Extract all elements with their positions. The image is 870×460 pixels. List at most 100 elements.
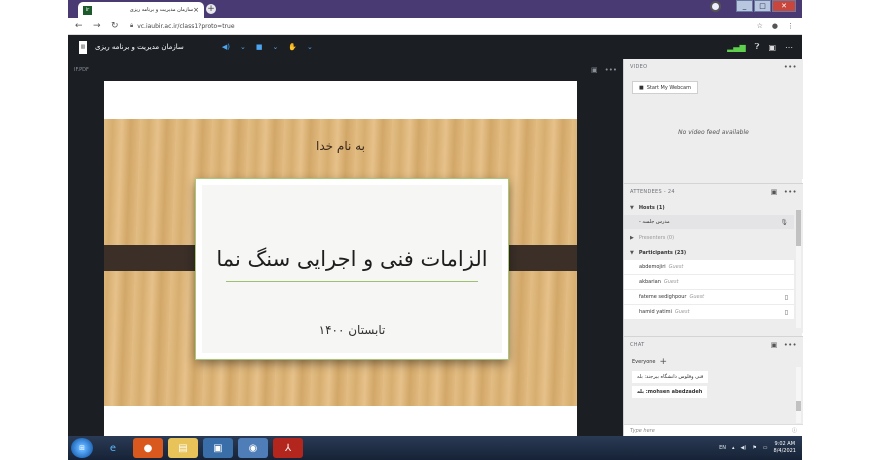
attendee-row[interactable]: akbarian Guest [624,275,794,290]
forward-icon[interactable]: → [93,21,104,31]
hosts-group[interactable]: ▼ Hosts (1) [624,200,803,215]
chat-layout-icon[interactable]: ▣ [771,341,778,349]
menu-icon[interactable]: ⋮ [787,22,794,30]
share-pod-header: IF.PDF ▣ ••• [68,59,623,81]
fullscreen-icon[interactable]: ▣ [591,66,598,74]
more-icon[interactable]: ⋯ [785,43,793,52]
add-chat-icon[interactable]: + [660,357,668,367]
star-icon[interactable]: ☆ [757,22,763,30]
attendees-scrollbar[interactable] [796,210,801,328]
clock-time: 9:02 AM [774,441,796,447]
attendee-row[interactable]: hamid yatimi Guest ▯ [624,305,794,320]
share-pod-label: IF.PDF [74,67,89,73]
slide-title: الزامات فنی و اجرایی سنگ نما [216,247,488,271]
attendee-row[interactable]: abdemojiri Guest [624,260,794,275]
account-icon[interactable]: ● [772,22,778,30]
right-panel: VIDEO ••• ■ Start My Webcam No video fee… [623,59,803,436]
attendee-row[interactable]: fateme sedighpour Guest ▯ [624,290,794,305]
start-webcam-button[interactable]: ■ Start My Webcam [632,81,698,94]
chat-message: mohsen abedzadeh: بله [632,386,708,398]
raise-hand-icon[interactable]: ✋ [288,43,297,51]
chat-scroll-thumb[interactable] [796,401,801,411]
attendees-pod-header: ATTENDEES - 24 ▣ ••• [624,184,803,200]
extension-icon[interactable] [710,1,721,12]
tray-arrow-icon[interactable]: ▴ [732,445,735,451]
attendee-name: abdemojiri [639,264,666,270]
presentation-slide: به نام خدا الزامات فنی و اجرایی سنگ نما … [104,81,577,436]
back-icon[interactable]: ← [75,21,86,31]
start-webcam-label: Start My Webcam [646,84,691,91]
share-more-icon[interactable]: ••• [605,66,617,74]
url-field[interactable]: vc.iaubir.ac.ir/class1?proto=true [137,23,234,30]
attendee-name: akbarian [639,279,661,285]
browser-tab-bar: ir سازمان مدیریت و برنامه ریزی × + _ □ ✕ [68,0,802,18]
camera-icon[interactable]: ■ [256,43,263,51]
hand-chevron-icon[interactable]: ⌄ [307,43,313,51]
tab-close-icon[interactable]: × [193,6,199,14]
ie-icon[interactable]: e [98,438,128,458]
chat-recipient-tab[interactable]: Everyone + [632,355,803,368]
attendee-role: Guest [668,264,684,270]
chat-recipient: Everyone [632,358,656,365]
help-icon[interactable]: ❓︎ [755,42,760,52]
network-icon[interactable]: ▭ [763,445,768,451]
attendees-pod-label: ATTENDEES - 24 [630,189,675,195]
volume-icon[interactable]: ◀) [741,445,747,451]
title-card: الزامات فنی و اجرایی سنگ نما تابستان ۱۴۰… [196,179,508,359]
media-icon[interactable]: ▣ [203,438,233,458]
phone-icon: ▯ [784,308,788,316]
maximize-button[interactable]: □ [754,0,771,12]
participants-group[interactable]: ▼ Participants (23) [624,245,803,260]
speaker-icon[interactable]: ◀) [222,43,230,51]
webcam-icon: ■ [639,84,644,91]
chat-message: فنی وفلوس دانشگاه بیرجند: بله [632,371,709,383]
video-more-icon[interactable]: ••• [784,63,797,71]
chat-scrollbar[interactable] [796,367,801,423]
favicon-icon: ir [83,5,92,15]
mic-icon: 🎙︎ [780,218,788,226]
attendees-layout-icon[interactable]: ▣ [771,188,778,196]
chat-input-placeholder: Type here [630,427,655,434]
chat-pod-header: CHAT ▣ ••• [624,337,803,353]
attendees-more-icon[interactable]: ••• [784,188,797,196]
attendees-pod: ATTENDEES - 24 ▣ ••• ▼ Hosts (1) مدرس جل… [624,183,803,333]
chat-pod: CHAT ▣ ••• Everyone + فنی وفلوس دانشگاه … [624,336,803,436]
flag-icon[interactable]: ⚑ [752,445,756,451]
clock[interactable]: 9:02 AM 8/4/2021 [774,441,796,455]
logo-icon: ▥ [79,40,87,54]
app-header: ▥ سازمان مدیریت و برنامه ریزی ◀) ⌄ ■ ⌄ ✋… [68,35,802,59]
attendee-role: Guest [674,309,690,315]
info-icon[interactable]: ⓘ [792,427,797,434]
explorer-icon[interactable]: ▤ [168,438,198,458]
start-button[interactable]: ⊞ [71,438,93,458]
audio-chevron-icon[interactable]: ⌄ [240,43,246,51]
reload-icon[interactable]: ↻ [111,21,122,31]
right-strip [504,245,577,271]
attendee-host[interactable]: مدرس جلسه - 🎙︎ [624,215,794,230]
clock-date: 8/4/2021 [773,448,796,454]
attendee-role: Guest [689,294,705,300]
chat-more-icon[interactable]: ••• [784,341,797,349]
chevron-right-icon: ▶ [630,234,634,241]
chevron-down-icon: ▼ [630,204,634,211]
new-tab-button[interactable]: + [206,4,216,14]
phone-icon: ▯ [784,293,788,301]
browser-tab[interactable]: ir سازمان مدیریت و برنامه ریزی × [78,2,204,18]
tab-title: سازمان مدیریت و برنامه ریزی [129,7,194,13]
presenters-group[interactable]: ▶ Presenters (0) [624,230,803,245]
attendees-scroll-thumb[interactable] [796,210,801,246]
minimize-button[interactable]: _ [736,0,753,12]
window-controls: _ □ ✕ [710,0,796,12]
acrobat-icon[interactable]: ⅄ [273,438,303,458]
no-video-message: No video feed available [678,129,749,136]
chrome-icon[interactable]: ◉ [238,438,268,458]
attendee-role: Guest [663,279,679,285]
slide-date: تابستان ۱۴۰۰ [318,323,386,337]
left-strip [104,245,202,271]
chat-input[interactable]: Type here ⓘ [624,424,803,436]
close-window-button[interactable]: ✕ [772,0,796,12]
camera-chevron-icon[interactable]: ⌄ [272,43,278,51]
language-indicator[interactable]: EN [719,445,726,451]
layout-icon[interactable]: ▣ [768,43,776,52]
firefox-icon[interactable]: ● [133,438,163,458]
